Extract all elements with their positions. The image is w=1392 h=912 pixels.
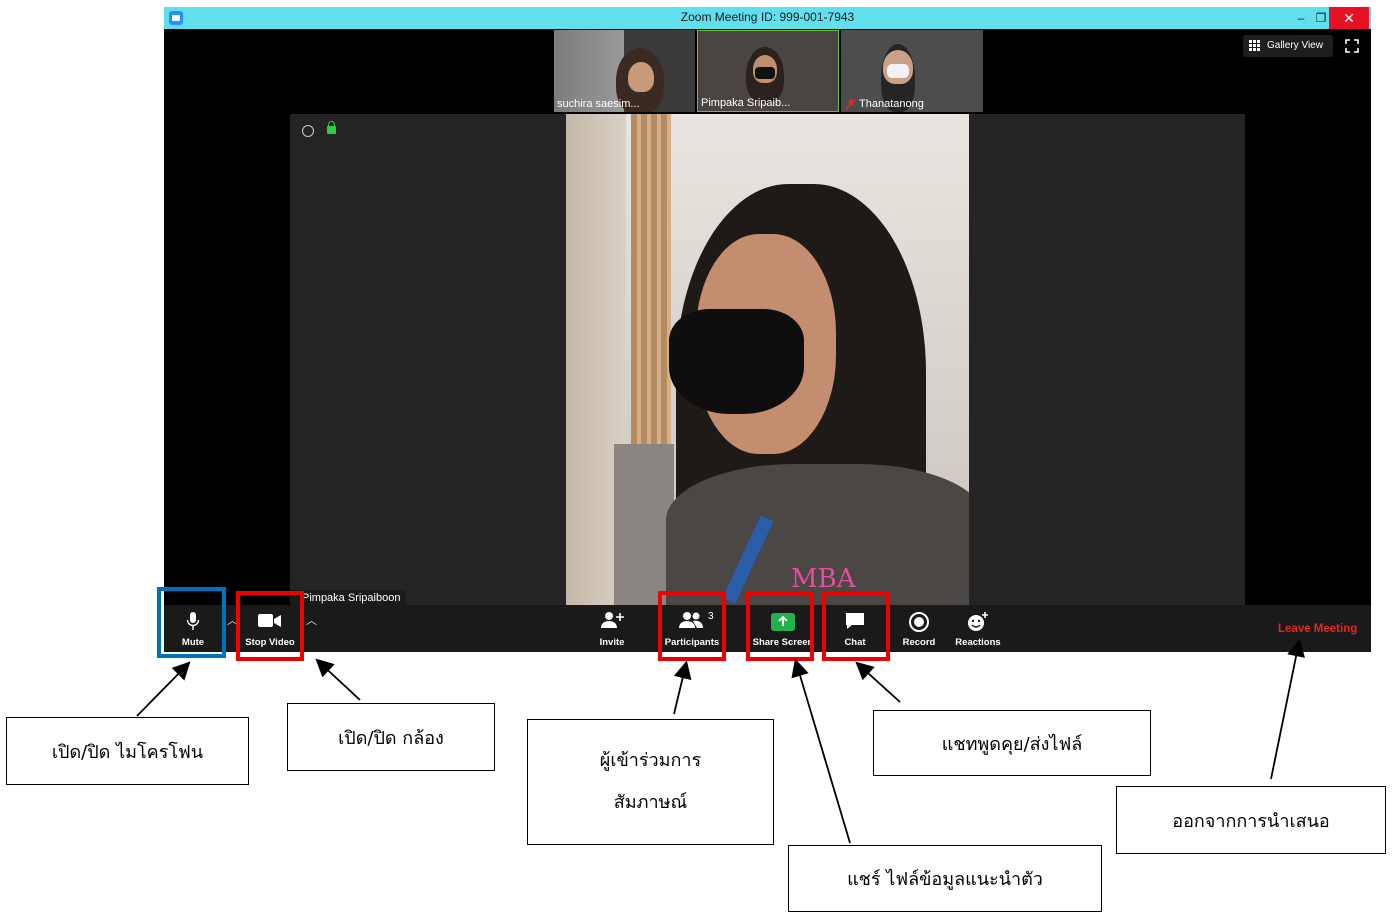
callout-share: แชร์ ไฟล์ข้อมูลแนะนำตัว: [788, 845, 1102, 912]
callout-participants-line1: ผู้เข้าร่วมการ: [599, 750, 702, 771]
callout-chat: แชทพูดคุย/ส่งไฟล์: [873, 710, 1151, 776]
callout-camera: เปิด/ปิด กล้อง: [287, 703, 495, 771]
callout-participants-line2: สัมภาษณ์: [613, 792, 688, 813]
callout-mic: เปิด/ปิด ไมโครโฟน: [6, 717, 249, 785]
callout-participants: ผู้เข้าร่วมการ สัมภาษณ์: [527, 719, 774, 845]
callout-leave: ออกจากการนำเสนอ: [1116, 786, 1386, 854]
